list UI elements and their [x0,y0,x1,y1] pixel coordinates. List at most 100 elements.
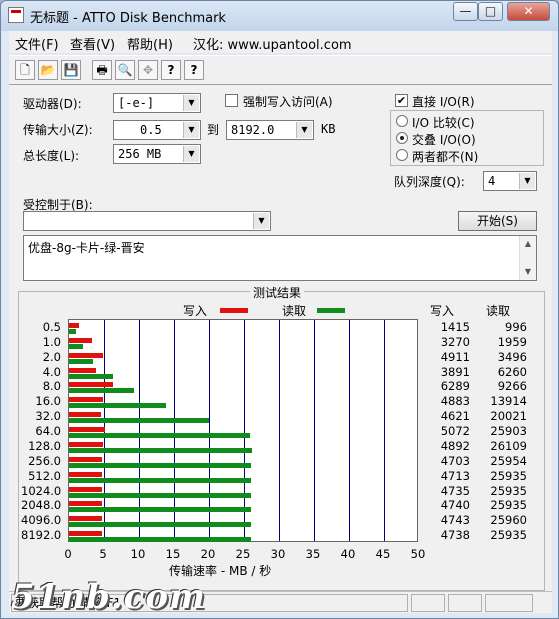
write-bar [69,501,103,507]
read-bar [69,477,251,483]
watermark: 51nb.com [11,577,206,617]
write-value: 1415 [440,320,470,334]
x-tick-label: 30 [270,547,286,561]
read-value: 13914 [490,394,527,409]
menu-help[interactable]: 帮助(H) [127,34,173,53]
write-value: 4740 [440,498,470,513]
read-value: 1959 [497,334,527,349]
open-folder-icon[interactable]: 📂 [38,60,58,80]
direct-io-label: 直接 I/O(R) [412,95,475,109]
row-label: 2.0 [42,349,61,364]
new-file-icon[interactable]: 🗋 [15,60,35,80]
write-value: 4621 [440,409,470,424]
write-value: 4883 [440,394,470,409]
overlap-io-radio[interactable] [396,132,408,144]
row-label: 16.0 [35,394,61,409]
row-label: 4.0 [42,364,61,379]
col-write-header: 写入 [430,304,455,318]
read-value: 9266 [497,379,527,394]
transfer-size-to-select[interactable]: 8192.0 ▼ [226,120,314,140]
scroll-down-icon: ▼ [524,267,532,276]
row-label: 256.0 [28,453,61,468]
drive-select[interactable]: [-e-] ▼ [113,93,201,113]
read-bar [69,418,210,424]
maximize-button[interactable]: □ [478,2,503,21]
description-scrollbar[interactable]: ▲ ▼ [519,236,536,280]
row-label: 8192.0 [21,528,62,543]
read-value: 25935 [490,528,527,543]
menu-credit: 汉化: www.upantool.com [193,38,352,53]
close-button[interactable]: ✕ [507,2,550,21]
write-bar [69,531,103,537]
minimize-button[interactable]: — [453,2,478,21]
transfer-to-label: 到 [207,123,220,137]
row-label: 0.5 [42,320,61,334]
read-bar [69,462,251,468]
window-title: 无标题 - ATTO Disk Benchmark [30,11,226,26]
read-bar [69,388,134,394]
write-bar [69,337,92,343]
help-icon[interactable]: ? [161,60,181,80]
chevron-down-icon: ▼ [183,122,199,138]
save-icon[interactable]: 💾 [61,60,81,80]
queue-depth-select[interactable]: 4 ▼ [483,171,537,191]
controlled-by-select[interactable]: ▼ [23,211,271,231]
write-bar [69,516,103,522]
status-panel-3 [485,594,533,612]
context-help-icon[interactable]: ? [184,60,204,80]
settings-panel: 驱动器(D): [-e-] ▼ 强制写入访问(A) 传输大小(Z): 0.5 ▼ 到… [9,85,552,591]
legend-write-swatch [220,308,248,313]
read-bar [69,403,167,409]
row-label: 4096.0 [21,513,62,528]
col-read-header: 读取 [486,304,511,318]
legend-read-swatch [317,308,345,313]
neither-radio[interactable] [396,149,408,161]
title-bar[interactable]: 无标题 - ATTO Disk Benchmark — □ ✕ [1,1,558,31]
menu-file[interactable]: 文件(F) [15,34,59,53]
io-compare-radio[interactable] [396,115,408,127]
x-tick-label: 25 [235,547,251,561]
write-value: 3270 [440,334,470,349]
row-label: 64.0 [35,424,61,439]
print-preview-icon[interactable]: 🔍 [115,60,135,80]
legend-write-label: 写入 [183,304,208,318]
grid-line [279,320,280,541]
print-icon[interactable]: 🖶 [92,60,112,80]
menu-view[interactable]: 查看(V) [70,34,115,53]
chevron-down-icon: ▼ [519,173,535,189]
write-bar [69,486,103,492]
write-bar [69,367,97,373]
legend-read-label: 读取 [282,304,307,318]
transfer-size-from-select[interactable]: 0.5 ▼ [113,120,201,140]
read-bar [69,373,113,379]
read-value: 25935 [490,468,527,483]
row-label: 2048.0 [21,498,62,513]
grid-line [314,320,315,541]
x-tick-label: 20 [200,547,216,561]
row-label: 1.0 [42,334,61,349]
force-write-checkbox[interactable] [225,94,238,107]
x-tick-label: 35 [305,547,321,561]
read-value: 6260 [497,364,527,379]
write-value: 5072 [440,424,470,439]
x-tick-label: 5 [99,547,107,561]
move-icon[interactable]: ✥ [138,60,158,80]
transfer-size-label: 传输大小(Z): [23,123,93,137]
write-bar [69,456,102,462]
write-bar [69,382,114,388]
x-tick-label: 0 [64,547,72,561]
x-tick-label: 45 [375,547,391,561]
io-compare-label: I/O 比较(C) [412,116,475,130]
write-bar [69,352,104,358]
start-button[interactable]: 开始(S) [458,211,537,231]
chevron-down-icon: ▼ [253,213,269,229]
total-length-select[interactable]: 256 MB ▼ [113,144,201,164]
write-value: 4713 [440,468,470,483]
scroll-up-icon: ▲ [524,239,532,248]
chevron-down-icon: ▼ [183,146,199,162]
row-label: 512.0 [28,468,61,483]
row-label: 32.0 [35,409,61,424]
description-textarea[interactable]: 优盘-8g-卡片-绿-晋安 ▲ ▼ [23,235,537,281]
overlap-io-label: 交叠 I/O(O) [412,133,476,147]
direct-io-checkbox[interactable]: ✔ [395,94,408,107]
